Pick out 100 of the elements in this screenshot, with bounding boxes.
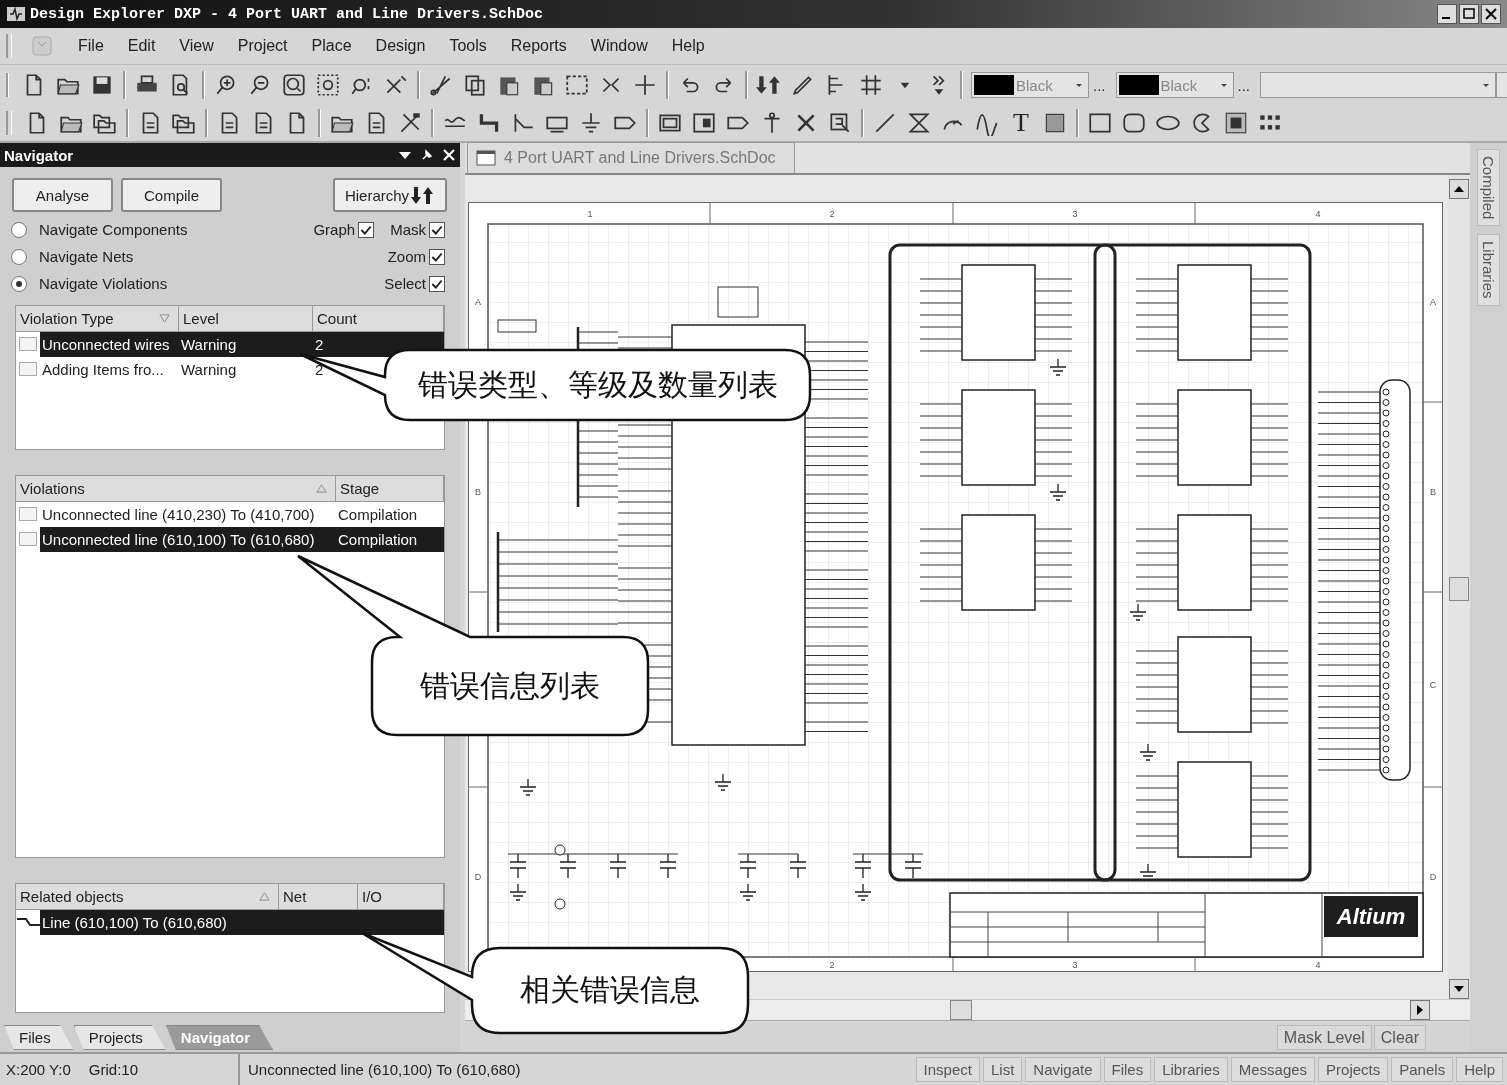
crosshair-icon[interactable] [632,72,658,98]
checkbox[interactable] [19,362,37,376]
zone-label: B [475,487,481,497]
grip-handle[interactable] [6,73,9,97]
column-header[interactable]: Related objects [16,884,279,909]
table-cell-text: 2 [314,335,325,355]
menu-item[interactable]: Help [671,35,705,57]
logo-text: Altium [1336,904,1406,929]
table-row[interactable]: Line (610,100) To (610,680) [40,910,444,935]
analyse-button[interactable]: Analyse [12,178,113,212]
panel-button[interactable]: Libraries [1154,1057,1228,1082]
menu-item[interactable]: Edit [127,35,156,57]
checkbox[interactable] [429,221,445,238]
callout-text: 错误类型、等级及数量列表 [417,365,778,404]
scroll-thumb[interactable] [1449,577,1469,601]
radio-option[interactable]: Navigate Nets [11,243,188,270]
image-icon[interactable] [1223,110,1249,136]
rounded-rectangle-icon[interactable] [1121,110,1147,136]
table-cell-text: Unconnected wires [41,335,171,355]
copy-icon[interactable] [462,72,488,98]
radio-option[interactable]: Navigate Components [11,216,188,243]
checkbox-option[interactable]: Select [384,275,445,292]
polygon-icon[interactable] [906,110,932,136]
zone-label: 4 [1315,209,1321,219]
column-header[interactable]: Violation Type [16,306,179,331]
table-row[interactable]: Unconnected line (410,230) To (410,700) Compilation [40,502,444,527]
toolbar-button[interactable]: Clear [1373,1025,1426,1050]
zone-label: A [475,297,481,307]
grip-handle[interactable] [6,34,12,58]
zone-label: 3 [1072,209,1078,219]
panel-button[interactable]: Help [1456,1057,1503,1082]
table-row[interactable]: Unconnected wires Warning 2 [40,332,444,357]
panel-button[interactable]: Messages [1230,1057,1316,1082]
checkbox[interactable] [358,221,375,238]
selection-icon[interactable] [564,72,590,98]
radio-button[interactable] [11,221,27,238]
scroll-down-icon[interactable] [1449,979,1469,999]
pin-icon[interactable] [420,148,434,162]
scroll-right-icon[interactable] [1410,1000,1430,1020]
radio-button[interactable] [11,248,27,265]
grip-handle[interactable] [6,111,12,135]
close-icon[interactable] [1481,4,1501,24]
color-swatch-icon [974,75,1014,95]
checkbox[interactable] [429,275,445,292]
minimize-icon[interactable] [1437,4,1457,24]
menu-item[interactable]: Design [375,35,426,57]
grid-icon[interactable] [858,72,884,98]
column-header[interactable]: Violations [16,476,336,501]
panel-button[interactable]: Panels [1391,1057,1454,1082]
checkbox-option[interactable]: Zoom [387,248,445,265]
side-panel-tab[interactable]: Compiled [1477,149,1500,227]
panel-button[interactable]: Projects [1318,1057,1389,1082]
text-tool-button[interactable]: T [1008,108,1034,138]
menu-item[interactable]: File [78,35,104,57]
hierarchy-button[interactable]: Hierarchy [333,178,447,212]
checkbox[interactable] [19,337,37,351]
checkbox-option[interactable]: Mask [390,221,445,238]
table-cell-text: Unconnected line (410,230) To (410,700) [41,505,316,525]
panel-button[interactable]: List [982,1057,1023,1082]
menu-item[interactable]: View [179,35,214,57]
schematic-document-icon [476,150,496,166]
checkbox[interactable] [19,507,37,521]
more-button[interactable]: ... [1093,76,1106,94]
zoom-fit-icon[interactable] [281,72,307,98]
column-header[interactable]: Net [279,884,358,909]
scroll-up-icon[interactable] [1449,179,1469,199]
table-cell-text: Compilation [337,505,419,525]
column-header[interactable]: Level [179,306,313,331]
checkbox[interactable] [429,248,445,265]
column-header[interactable]: Count [313,306,444,331]
menu-item[interactable]: Tools [449,35,487,57]
updown-arrows-icon [411,185,436,205]
zoom-area-icon[interactable] [315,72,341,98]
table-cell-text: Unconnected line (610,100) To (610,680) [41,530,316,550]
panel-tab[interactable]: Projects [73,1025,166,1050]
sheet-entry-icon[interactable] [691,110,717,136]
panel-tab[interactable]: Files [4,1025,74,1050]
scroll-thumb[interactable] [950,1000,972,1020]
menu-item[interactable]: Window [590,35,648,57]
sort-arrow-icon [316,483,327,494]
table-row[interactable]: Unconnected line (610,100) To (610,680) Compilation [40,527,444,552]
rectangle-icon[interactable] [1087,110,1113,136]
radio-button[interactable] [11,275,27,292]
toolbar-button[interactable]: Mask Level [1276,1025,1372,1050]
checkbox[interactable] [19,532,37,546]
zone-label: 2 [829,960,835,970]
radio-option[interactable]: Navigate Violations [11,270,188,297]
more-button[interactable]: ... [1237,76,1251,94]
panel-button[interactable]: Files [1103,1057,1152,1082]
menu-item[interactable]: Reports [510,35,567,57]
panel-button[interactable]: Navigate [1025,1057,1101,1082]
panel-button[interactable]: Inspect [915,1057,980,1082]
side-panel-tab[interactable]: Libraries [1477,234,1500,306]
compile-button[interactable]: Compile [121,178,222,212]
menu-item[interactable]: Project [237,35,288,57]
maximize-icon[interactable] [1459,4,1479,24]
column-header[interactable]: Stage [336,476,444,501]
column-header[interactable]: I/O [358,884,444,909]
checkbox-option[interactable]: Graph [313,221,375,238]
menu-item[interactable]: Place [311,35,352,57]
